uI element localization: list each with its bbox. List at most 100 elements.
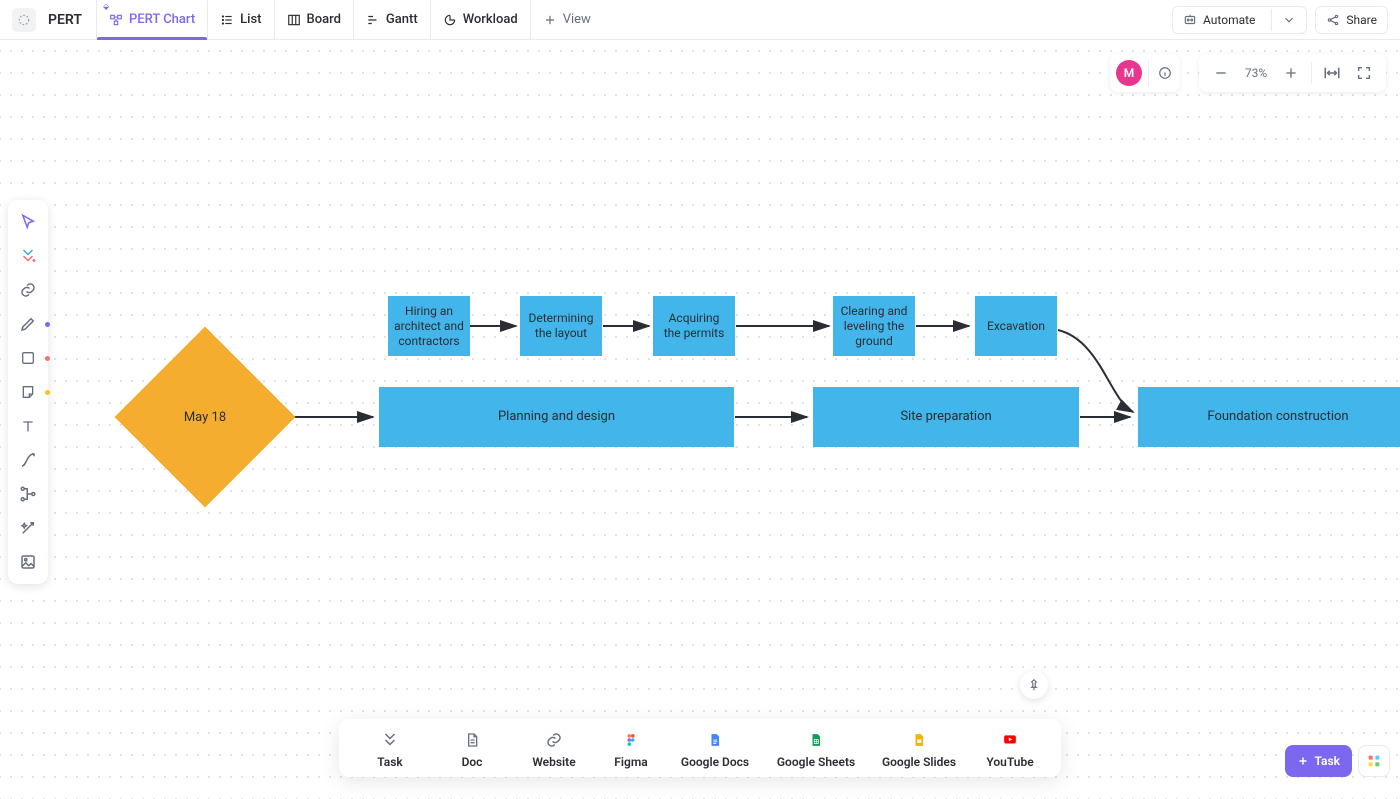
avatar[interactable]: M [1116,60,1142,86]
list-icon [220,13,234,27]
task-add-icon [19,247,37,265]
new-task-button[interactable]: Task [1285,745,1353,777]
node-excavation[interactable]: Excavation [975,296,1057,356]
node-label: Excavation [987,319,1045,334]
dock-task[interactable]: Task [349,725,431,771]
dock-google-docs[interactable]: Google Docs [667,725,763,771]
image-icon [19,553,37,571]
info-icon [1158,66,1172,80]
tab-pert-chart[interactable]: ⬙ PERT Chart [96,0,208,39]
tool-text[interactable] [12,410,44,442]
plus-icon [543,13,557,27]
node-label: Planning and design [498,409,615,425]
dock-label: Google Docs [681,755,749,769]
tab-label: List [240,12,261,27]
tool-pen[interactable] [12,308,44,340]
gsheets-icon [809,731,823,749]
node-label: Clearing and leveling the ground [839,304,909,349]
node-hiring[interactable]: Hiring an architect and contractors [388,296,470,356]
dock-youtube[interactable]: YouTube [969,725,1051,771]
top-bar: PERT ⬙ PERT Chart List Board Gantt Workl… [0,0,1400,40]
tab-label: PERT Chart [129,12,195,27]
new-task-label: Task [1315,754,1341,768]
tab-gantt[interactable]: Gantt [354,0,431,39]
node-permits[interactable]: Acquiring the permits [653,296,735,356]
dock-label: Google Slides [882,755,956,769]
automate-dropdown[interactable] [1271,9,1306,31]
dock-website[interactable]: Website [513,725,595,771]
tab-add-view[interactable]: View [531,0,603,39]
dock-label: Google Sheets [777,755,855,769]
tab-label: View [563,12,591,27]
gdocs-icon [708,731,722,749]
tab-list[interactable]: List [208,0,274,39]
dock-label: YouTube [986,755,1033,769]
pin-icon: ⬙ [103,2,109,11]
node-foundation[interactable]: Foundation construction [1138,387,1400,447]
tab-label: Workload [463,12,518,27]
node-label: Acquiring the permits [659,311,729,341]
node-start-diamond[interactable]: May 18 [115,327,295,507]
task-icon [381,731,399,749]
tool-task[interactable] [12,240,44,272]
tool-image[interactable] [12,546,44,578]
presence-panel: M [1110,54,1180,92]
workload-icon [443,13,457,27]
dock-google-sheets[interactable]: Google Sheets [763,725,869,771]
node-layout[interactable]: Determining the layout [520,296,602,356]
pert-chart-icon [109,13,123,27]
sticky-note-icon [20,384,36,400]
dock-doc[interactable]: Doc [431,725,513,771]
fit-width-button[interactable] [1316,57,1348,89]
automate-icon [1183,13,1197,27]
tab-board[interactable]: Board [275,0,354,39]
dock-label: Task [377,755,403,769]
zoom-value: 73% [1237,66,1275,80]
tool-sticky[interactable] [12,376,44,408]
automate-button[interactable]: Automate [1172,6,1307,34]
pencil-icon [19,315,37,333]
tool-select[interactable] [12,206,44,238]
youtube-icon [1001,733,1019,747]
zoom-in-button[interactable] [1275,57,1307,89]
node-siteprep[interactable]: Site preparation [813,387,1079,447]
tool-link[interactable] [12,274,44,306]
dock-label: Doc [462,755,483,769]
tool-org[interactable] [12,478,44,510]
node-planning[interactable]: Planning and design [379,387,734,447]
share-button[interactable]: Share [1315,6,1388,34]
tab-workload[interactable]: Workload [431,0,531,39]
square-icon [20,350,36,366]
apps-grid-icon [1366,753,1382,769]
link-icon [545,731,563,749]
dock-figma[interactable]: Figma [595,725,667,771]
plus-icon [1297,755,1309,767]
dock-label: Website [532,755,575,769]
tool-shape[interactable] [12,342,44,374]
figma-icon [624,730,638,750]
chevron-down-icon [1282,13,1296,27]
tab-label: Gantt [386,12,418,27]
fullscreen-icon [1356,65,1372,81]
whiteboard-canvas[interactable]: M 73% [0,40,1400,799]
tool-connector[interactable] [12,444,44,476]
fit-width-icon [1323,64,1341,82]
info-button[interactable] [1148,60,1174,86]
node-clearing[interactable]: Clearing and leveling the ground [833,296,915,356]
gantt-icon [366,13,380,27]
sparkle-icon [19,519,37,537]
node-label: Determining the layout [526,311,596,341]
dock-pin-button[interactable] [1020,671,1048,699]
tool-ai[interactable] [12,512,44,544]
minus-icon [1213,65,1229,81]
zoom-controls: 73% [1199,54,1386,92]
apps-button[interactable] [1358,745,1390,777]
fullscreen-button[interactable] [1348,57,1380,89]
board-icon [287,13,301,27]
dock-google-slides[interactable]: Google Slides [869,725,969,771]
gslides-icon [912,731,926,749]
view-tabs: ⬙ PERT Chart List Board Gantt Workload V… [96,0,603,39]
zoom-out-button[interactable] [1205,57,1237,89]
project-icon[interactable] [12,8,36,32]
doc-icon [464,731,480,749]
